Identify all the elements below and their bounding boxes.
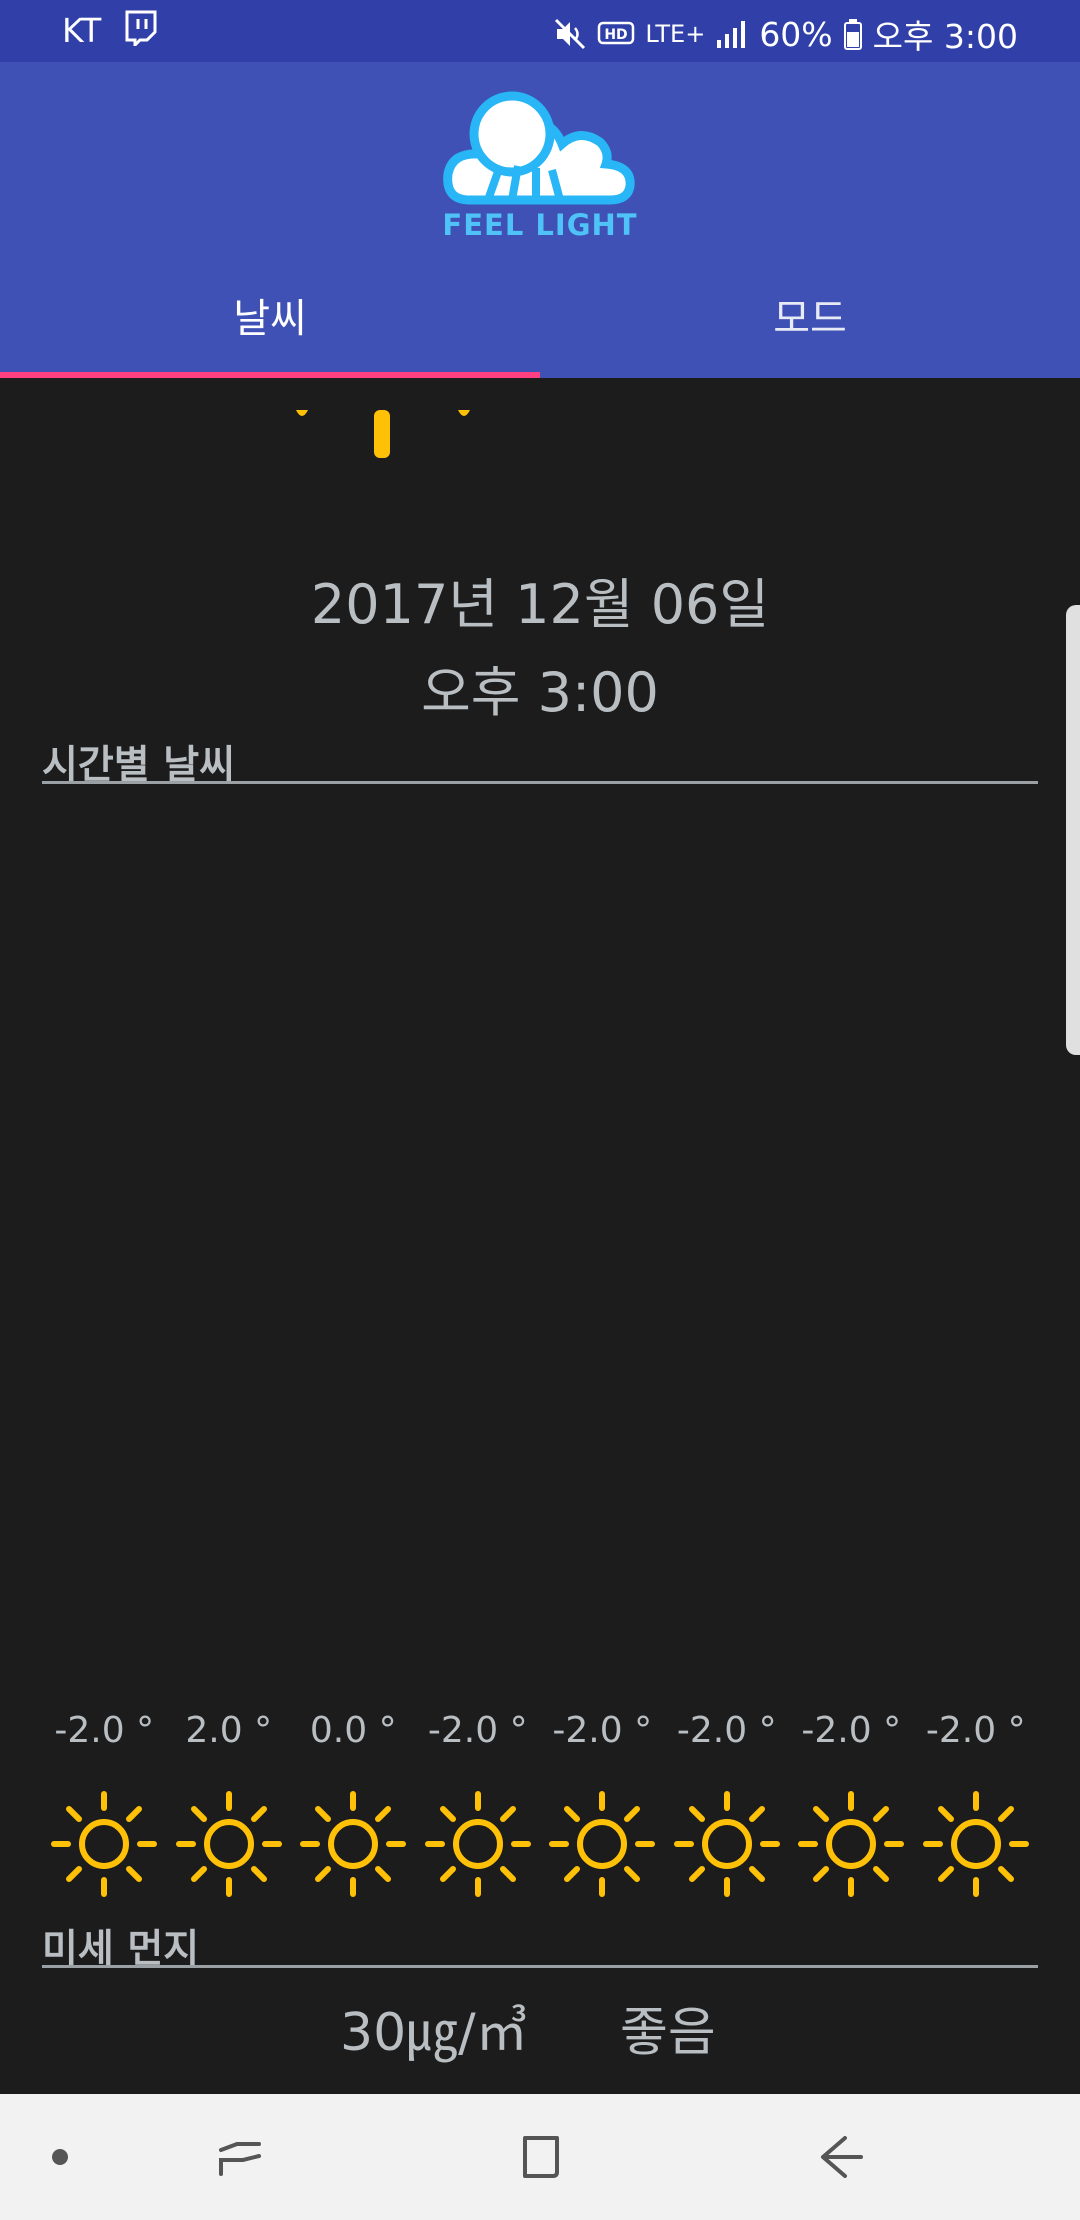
sun-icon xyxy=(665,1790,790,1898)
scrollbar-handle[interactable] xyxy=(1066,605,1080,1055)
hourly-icons xyxy=(42,1790,1038,1898)
weather-date: 2017년 12월 06일 xyxy=(310,573,770,636)
sun-icon xyxy=(416,1790,541,1898)
tab-weather[interactable]: 날씨 xyxy=(0,252,540,378)
back-icon xyxy=(821,2136,863,2178)
tab-mode[interactable]: 모드 xyxy=(540,252,1080,378)
carrier-label: KT xyxy=(62,10,102,50)
sun-icon xyxy=(789,1790,914,1898)
sun-icon xyxy=(914,1790,1039,1898)
section-divider xyxy=(42,1965,1038,1968)
recent-apps-icon xyxy=(219,2142,261,2176)
section-divider xyxy=(42,781,1038,784)
home-button[interactable] xyxy=(490,2094,590,2220)
tab-weather-label: 날씨 xyxy=(233,296,307,342)
hourly-temp: 2.0 ° xyxy=(185,1710,273,1751)
feel-light-logo-icon xyxy=(440,82,640,217)
hd-icon: HD xyxy=(597,19,635,49)
status-bar: KT HD LTE+ 60% 오후 3:00 xyxy=(0,0,1080,62)
fine-dust-value: 30㎍/㎥ xyxy=(340,2003,528,2063)
navigation-bar xyxy=(0,2094,1080,2220)
weather-time: 오후 3:00 xyxy=(421,661,659,724)
fine-dust-row: 30㎍/㎥ 좋음 xyxy=(0,1990,1080,2063)
hourly-temp: -2.0 ° xyxy=(54,1710,155,1751)
battery-percent: 60% xyxy=(759,14,833,54)
twitch-icon xyxy=(123,10,157,50)
clock: 오후 3:00 xyxy=(872,17,1018,56)
svg-text:HD: HD xyxy=(605,27,628,43)
battery-icon xyxy=(843,18,863,50)
logo-text: FEEL LIGHT xyxy=(442,208,638,242)
tab-indicator xyxy=(0,372,540,378)
mute-icon xyxy=(553,17,587,51)
recent-apps-button[interactable] xyxy=(190,2094,290,2220)
hourly-temp: -2.0 ° xyxy=(552,1710,653,1751)
tab-bar: 날씨 모드 xyxy=(0,252,1080,378)
sun-icon xyxy=(42,1790,167,1898)
current-weather-sun-icon xyxy=(280,410,490,466)
app-bar: FEEL LIGHT 날씨 모드 xyxy=(0,62,1080,378)
hourly-temp: -2.0 ° xyxy=(801,1710,902,1751)
hourly-temp: 0.0 ° xyxy=(309,1710,397,1751)
sun-icon xyxy=(540,1790,665,1898)
hourly-temp: -2.0 ° xyxy=(925,1710,1026,1751)
sun-icon xyxy=(291,1790,416,1898)
nav-dot-button[interactable] xyxy=(30,2094,90,2220)
hourly-temp: -2.0 ° xyxy=(676,1710,777,1751)
lte-icon: LTE+ xyxy=(645,20,706,48)
signal-icon xyxy=(715,18,749,50)
hourly-temps: -2.0 ° 2.0 ° 0.0 ° -2.0 ° -2.0 ° -2.0 ° … xyxy=(42,1710,1038,1751)
fine-dust-grade: 좋음 xyxy=(620,2003,716,2063)
back-button[interactable] xyxy=(790,2094,890,2220)
tab-mode-label: 모드 xyxy=(773,296,847,342)
sun-icon xyxy=(167,1790,292,1898)
home-icon xyxy=(523,2136,559,2178)
dot-icon xyxy=(52,2149,68,2165)
hourly-temp: -2.0 ° xyxy=(427,1710,528,1751)
